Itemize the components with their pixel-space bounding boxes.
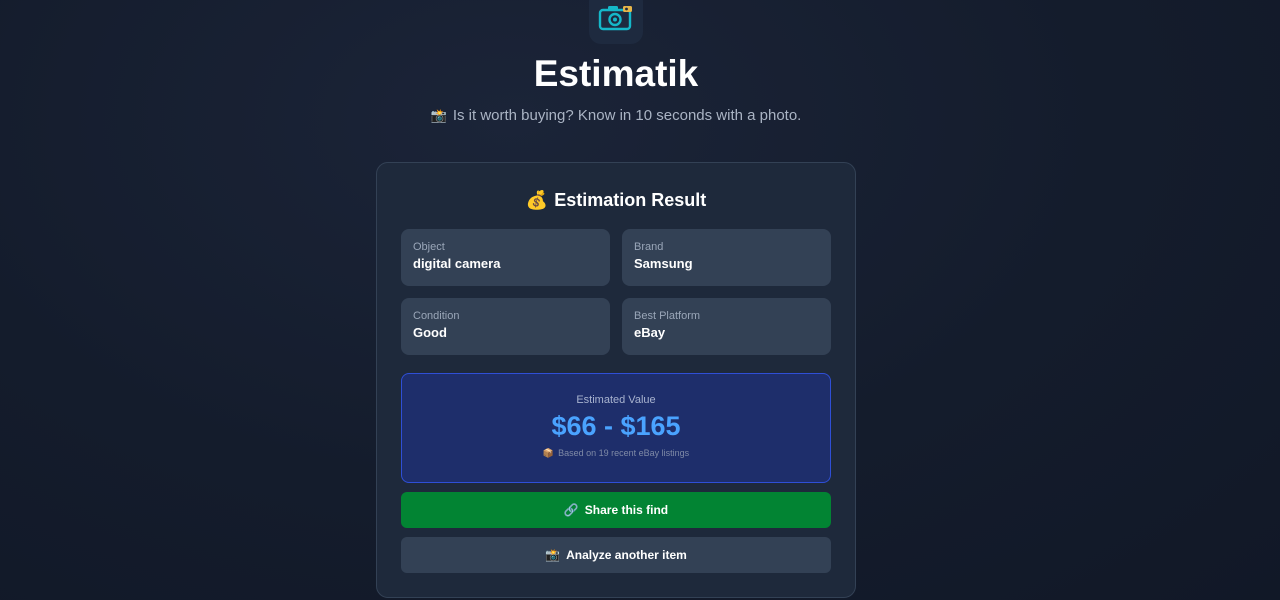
share-button-label: Share this find [584,503,669,517]
analyze-another-label: Analyze another item [566,548,687,562]
estimated-value-box: Estimated Value $66 - $165 📦 Based on 19 … [401,373,831,483]
platform-field: Best Platform eBay [622,298,831,355]
tagline-text: Is it worth buying? Know in 10 seconds w… [452,107,802,124]
app-title: Estimatik [533,53,699,94]
platform-value: eBay [634,325,666,340]
brand-label: Brand [634,241,664,253]
condition-value: Good [413,325,447,340]
object-label: Object [413,241,445,253]
money-bag-icon: 💰 [525,190,549,210]
estimation-result-card: 💰 Estimation Result Object digital camera… [376,162,856,598]
condition-field: Condition Good [401,298,610,355]
object-field: Object digital camera [401,229,610,286]
camera-icon: 📸 [545,548,561,562]
app-logo [589,0,643,44]
estimated-price: $66 - $165 [551,411,681,441]
brand-field: Brand Samsung [622,229,831,286]
analyze-another-button[interactable]: 📸 Analyze another item [401,537,831,573]
object-value: digital camera [413,256,501,271]
brand-value: Samsung [634,256,693,271]
condition-label: Condition [413,310,460,322]
platform-label: Best Platform [634,310,701,322]
camera-icon [598,6,632,31]
estimate-source-note: 📦 Based on 19 recent eBay listings [402,448,830,459]
camera-flash-icon: 📸 [430,108,447,123]
link-icon: 🔗 [563,503,579,517]
result-heading: 💰 Estimation Result [377,190,855,211]
estimated-value-label: Estimated Value [576,394,656,406]
share-button[interactable]: 🔗 Share this find [401,492,831,528]
package-icon: 📦 [542,448,555,458]
result-heading-text: Estimation Result [554,190,707,210]
estimate-note-text: Based on 19 recent eBay listings [558,448,690,458]
app-tagline: 📸 Is it worth buying? Know in 10 seconds … [0,107,1232,124]
